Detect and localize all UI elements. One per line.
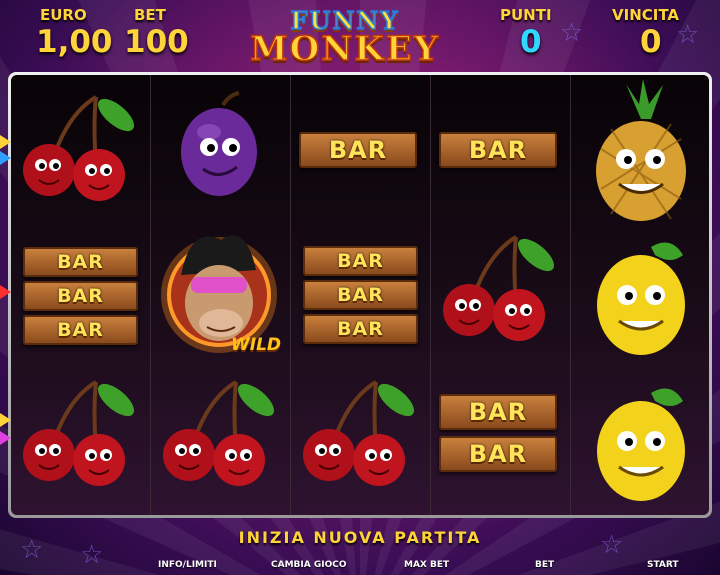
pineapple-icon [596,79,686,221]
top-bar: EURO 1,00 BET 100 FUNNY MONKEY PUNTI 0 V… [0,0,720,72]
max-bet-button[interactable]: MAX BET [404,560,449,570]
reel-5 [571,75,709,515]
bar-symbol: BAR [23,281,138,311]
euro-value: 1,00 [36,24,113,60]
lemon-symbol [571,225,709,370]
euro-label: EURO [40,6,87,24]
cherry-symbol [431,225,571,370]
plum-symbol [151,87,291,232]
info-limits-button[interactable]: INFO/LIMITI [158,560,217,570]
change-game-button[interactable]: CAMBIA GIOCO [271,560,346,570]
cherry-icon [163,380,275,486]
slot-game-screen: ☆ ☆ ☆ ☆ ☆ EURO 1,00 BET 100 FUNNY MONKEY… [0,0,720,575]
plum-icon [181,91,257,196]
payline-marker [0,135,11,149]
bar-symbol: BAR [23,247,138,277]
cherry-icon [23,380,135,486]
bar-symbol: BAR [439,394,557,430]
reel-1: BAR BAR BAR [11,75,151,515]
status-message: INIZIA NUOVA PARTITA [238,528,482,547]
lemon-icon [597,242,685,355]
bar-symbol: BAR [303,314,418,344]
lemon-symbol [571,371,709,515]
wild-label: WILD [231,335,282,355]
pineapple-symbol [571,79,709,224]
vincita-label: VINCITA [612,6,680,24]
monkey-wild-symbol: WILD [151,215,291,375]
bar-symbol: BAR [303,280,418,310]
bar-symbol: BAR [439,132,557,168]
cherry-icon [23,95,135,201]
cherry-symbol [11,370,151,515]
reel-frame: BAR BAR BAR WILD BAR BAR BAR BAR BAR BAR… [8,72,712,518]
bet-button[interactable]: BET [535,560,554,570]
punti-label: PUNTI [500,6,552,24]
cherry-symbol [151,370,291,515]
cherry-icon [443,235,555,341]
reels-area: BAR BAR BAR WILD BAR BAR BAR BAR BAR BAR… [11,75,709,515]
logo-line-2: MONKEY [249,28,441,70]
bar-symbol: BAR [299,132,417,168]
start-button[interactable]: START [647,560,679,570]
bet-label: BET [134,6,166,24]
game-logo: FUNNY MONKEY [245,5,445,70]
bet-value: 100 [124,24,189,60]
payline-marker [0,431,11,445]
payline-marker [0,285,11,299]
cherry-symbol [11,85,151,230]
bar-symbol: BAR [23,315,138,345]
punti-value: 0 [520,24,542,60]
payline-marker [0,151,11,165]
reel-3: BAR BAR BAR BAR [291,75,431,515]
cherry-icon [303,380,415,486]
lemon-icon [597,388,685,501]
reel-4: BAR BAR BAR [431,75,571,515]
bar-symbol: BAR [303,246,418,276]
bar-symbol: BAR [439,436,557,472]
cherry-symbol [291,370,431,515]
reel-2: WILD [151,75,291,515]
payline-marker [0,413,11,427]
vincita-value: 0 [640,24,662,60]
